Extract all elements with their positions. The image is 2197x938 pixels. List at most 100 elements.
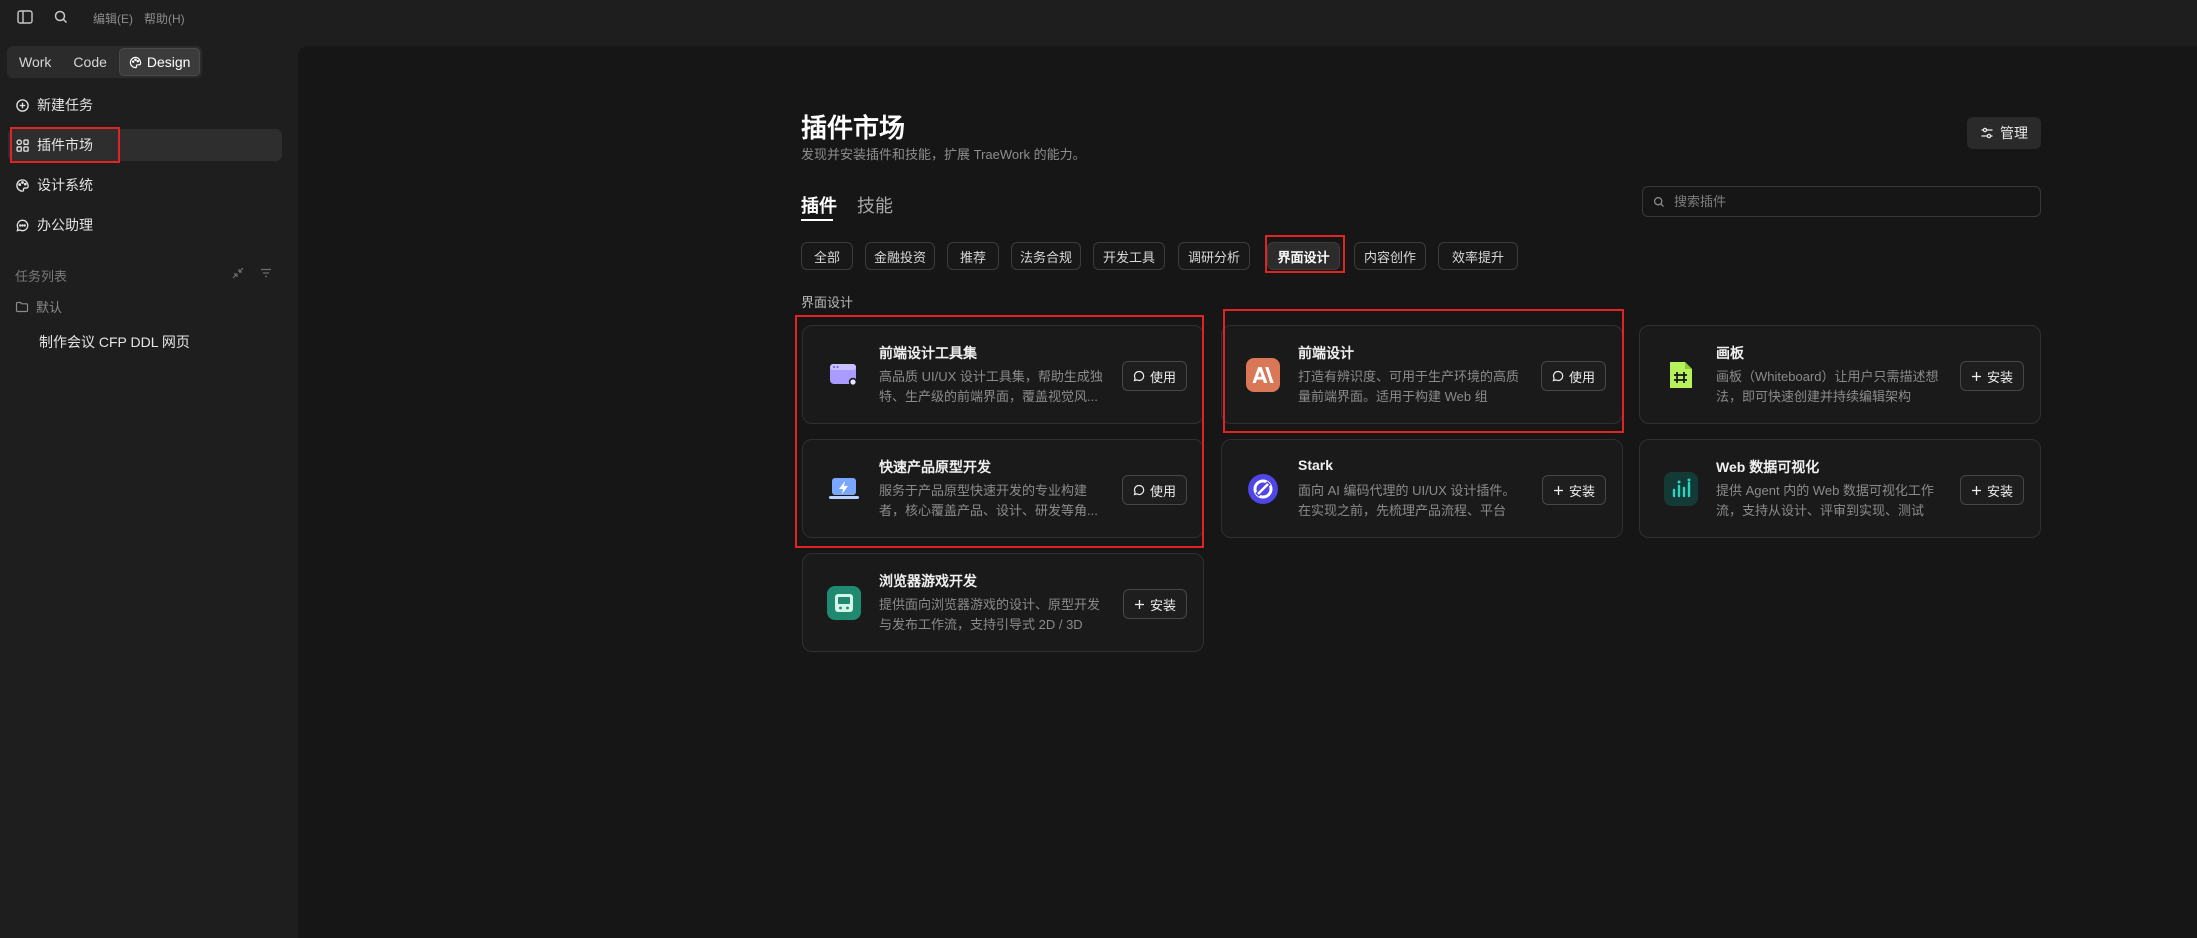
category-productivity[interactable]: 效率提升 — [1438, 242, 1518, 270]
category-content[interactable]: 内容创作 — [1354, 242, 1426, 270]
task-item[interactable]: 制作会议 CFP DDL 网页 — [39, 332, 190, 352]
folder-icon — [15, 301, 29, 312]
group-label: 界面设计 — [801, 295, 854, 310]
browser-window-icon — [827, 358, 861, 392]
chat-icon — [1133, 370, 1145, 382]
tab-plugins[interactable]: 插件 — [801, 192, 837, 218]
page-title: 插件市场 — [801, 113, 906, 143]
install-button[interactable]: 安装 — [1541, 475, 1606, 505]
plus-icon — [1971, 371, 1981, 381]
mode-work-button[interactable]: Work — [9, 48, 61, 76]
sidebar-item-label: 新建任务 — [37, 97, 93, 113]
plugin-card[interactable]: 快速产品原型开发 服务于产品原型快速开发的专业构建者，核心覆盖产品、设计、研发等… — [802, 439, 1204, 538]
sidebar-item-label: 插件市场 — [37, 137, 93, 153]
mode-design-label: Design — [146, 54, 191, 70]
plugin-name: 前端设计 — [1298, 345, 1354, 361]
sidebar-item-design-system[interactable]: 设计系统 — [8, 169, 282, 201]
install-button[interactable]: 安装 — [1959, 475, 2024, 505]
action-label: 安装 — [1986, 483, 2013, 499]
grid-icon — [16, 138, 29, 152]
install-button[interactable]: 安装 — [1959, 361, 2024, 391]
folder-label: 默认 — [36, 300, 63, 315]
bar-chart-icon — [1664, 472, 1698, 506]
menu-help[interactable]: 帮助(H) — [144, 10, 185, 27]
folder-default[interactable]: 默认 — [15, 297, 62, 316]
plugin-desc: 画板（Whiteboard）让用户只需描述想法，即可快速创建并持续编辑架构图、.… — [1716, 369, 1939, 404]
plugin-card[interactable]: 画板 画板（Whiteboard）让用户只需描述想法，即可快速创建并持续编辑架构… — [1639, 325, 2041, 424]
plugin-desc: 高品质 UI/UX 设计工具集，帮助生成独特、生产级的前端界面，覆盖视觉风... — [879, 369, 1103, 404]
plugin-desc: 打造有辨识度、可用于生产环境的高质量前端界面。适用于构建 Web 组件、... — [1298, 369, 1520, 404]
tab-skills[interactable]: 技能 — [857, 192, 893, 218]
title-bar: 编辑(E) 帮助(H) — [0, 0, 2197, 34]
gamepad-icon — [827, 586, 861, 620]
sidebar-item-new-task[interactable]: 新建任务 — [8, 89, 282, 121]
palette-icon — [129, 56, 142, 68]
category-legal[interactable]: 法务合规 — [1011, 242, 1081, 270]
plugin-desc: 提供面向浏览器游戏的设计、原型开发与发布工作流，支持引导式 2D / 3D 流.… — [879, 597, 1101, 632]
action-label: 使用 — [1149, 369, 1176, 385]
chat-icon — [16, 219, 29, 232]
palette-icon — [16, 178, 29, 192]
action-label: 使用 — [1568, 369, 1595, 385]
plus-icon — [1553, 485, 1563, 495]
sidebar-item-plugin-market[interactable]: 插件市场 — [8, 129, 282, 161]
page-subtitle: 发现并安装插件和技能，扩展 TraeWork 的能力。 — [801, 147, 1086, 162]
manage-label: 管理 — [2000, 125, 2028, 141]
anthropic-logo-icon — [1246, 358, 1280, 392]
collapse-icon[interactable] — [231, 266, 245, 280]
plugin-name: 快速产品原型开发 — [879, 459, 991, 475]
plugin-name: Web 数据可视化 — [1716, 459, 1820, 475]
plugin-search — [1642, 186, 2041, 217]
action-label: 安装 — [1149, 597, 1176, 613]
category-research[interactable]: 调研分析 — [1178, 242, 1250, 270]
category-all[interactable]: 全部 — [801, 242, 853, 270]
category-finance[interactable]: 金融投资 — [865, 242, 935, 270]
search-input[interactable] — [1672, 193, 2016, 210]
category-dev-tools[interactable]: 开发工具 — [1093, 242, 1165, 270]
category-ui-design[interactable]: 界面设计 — [1267, 242, 1340, 270]
use-button[interactable]: 使用 — [1121, 475, 1187, 505]
plus-icon — [1134, 599, 1144, 609]
mode-code-button[interactable]: Code — [63, 48, 116, 76]
plugin-card[interactable]: Web 数据可视化 提供 Agent 内的 Web 数据可视化工作流，支持从设计… — [1639, 439, 2041, 538]
plugin-card[interactable]: 前端设计 打造有辨识度、可用于生产环境的高质量前端界面。适用于构建 Web 组件… — [1221, 325, 1623, 424]
action-label: 安装 — [1986, 369, 2013, 385]
plugin-name: 画板 — [1716, 345, 1744, 361]
action-label: 使用 — [1149, 483, 1176, 499]
sidebar-item-office-assistant[interactable]: 办公助理 — [8, 209, 282, 241]
task-list-label: 任务列表 — [15, 269, 68, 284]
plugin-card[interactable]: Stark 面向 AI 编码代理的 UI/UX 设计插件。在实现之前，先梳理产品… — [1221, 439, 1623, 538]
sidebar-item-label: 办公助理 — [37, 217, 93, 233]
plus-icon — [1971, 485, 1981, 495]
filter-icon[interactable] — [259, 266, 273, 280]
tab-active-indicator — [801, 219, 833, 221]
plugin-name: 前端设计工具集 — [879, 345, 977, 361]
menu-edit[interactable]: 编辑(E) — [93, 10, 133, 27]
plugin-desc: 提供 Agent 内的 Web 数据可视化工作流，支持从设计、评审到实现、测试和… — [1716, 483, 1934, 518]
plugin-desc: 服务于产品原型快速开发的专业构建者，核心覆盖产品、设计、研发等角... — [879, 483, 1098, 518]
mode-switch: Work Code Design — [7, 46, 203, 78]
laptop-bolt-icon — [827, 472, 861, 506]
stark-logo-icon — [1246, 472, 1280, 506]
chat-icon — [1552, 370, 1564, 382]
action-label: 安装 — [1568, 483, 1595, 499]
sidebar-toggle-icon[interactable] — [16, 8, 34, 26]
whiteboard-icon — [1664, 358, 1698, 392]
plugin-name: Stark — [1298, 457, 1334, 473]
plugin-desc: 面向 AI 编码代理的 UI/UX 设计插件。在实现之前，先梳理产品流程、平台范… — [1298, 483, 1516, 518]
sliders-icon — [1981, 127, 1993, 139]
sidebar-item-label: 设计系统 — [37, 177, 93, 193]
search-icon — [1653, 196, 1664, 207]
plugin-card[interactable]: 前端设计工具集 高品质 UI/UX 设计工具集，帮助生成独特、生产级的前端界面，… — [802, 325, 1204, 424]
plus-circle-icon — [16, 98, 29, 112]
plugin-card[interactable]: 浏览器游戏开发 提供面向浏览器游戏的设计、原型开发与发布工作流，支持引导式 2D… — [802, 553, 1204, 652]
use-button[interactable]: 使用 — [1540, 361, 1606, 391]
plugin-name: 浏览器游戏开发 — [879, 573, 977, 589]
category-recommended[interactable]: 推荐 — [947, 242, 999, 270]
mode-design-button[interactable]: Design — [118, 48, 201, 76]
manage-button[interactable]: 管理 — [1967, 117, 2041, 149]
install-button[interactable]: 安装 — [1122, 589, 1187, 619]
search-icon[interactable] — [52, 8, 70, 26]
chat-icon — [1133, 484, 1145, 496]
use-button[interactable]: 使用 — [1121, 361, 1187, 391]
